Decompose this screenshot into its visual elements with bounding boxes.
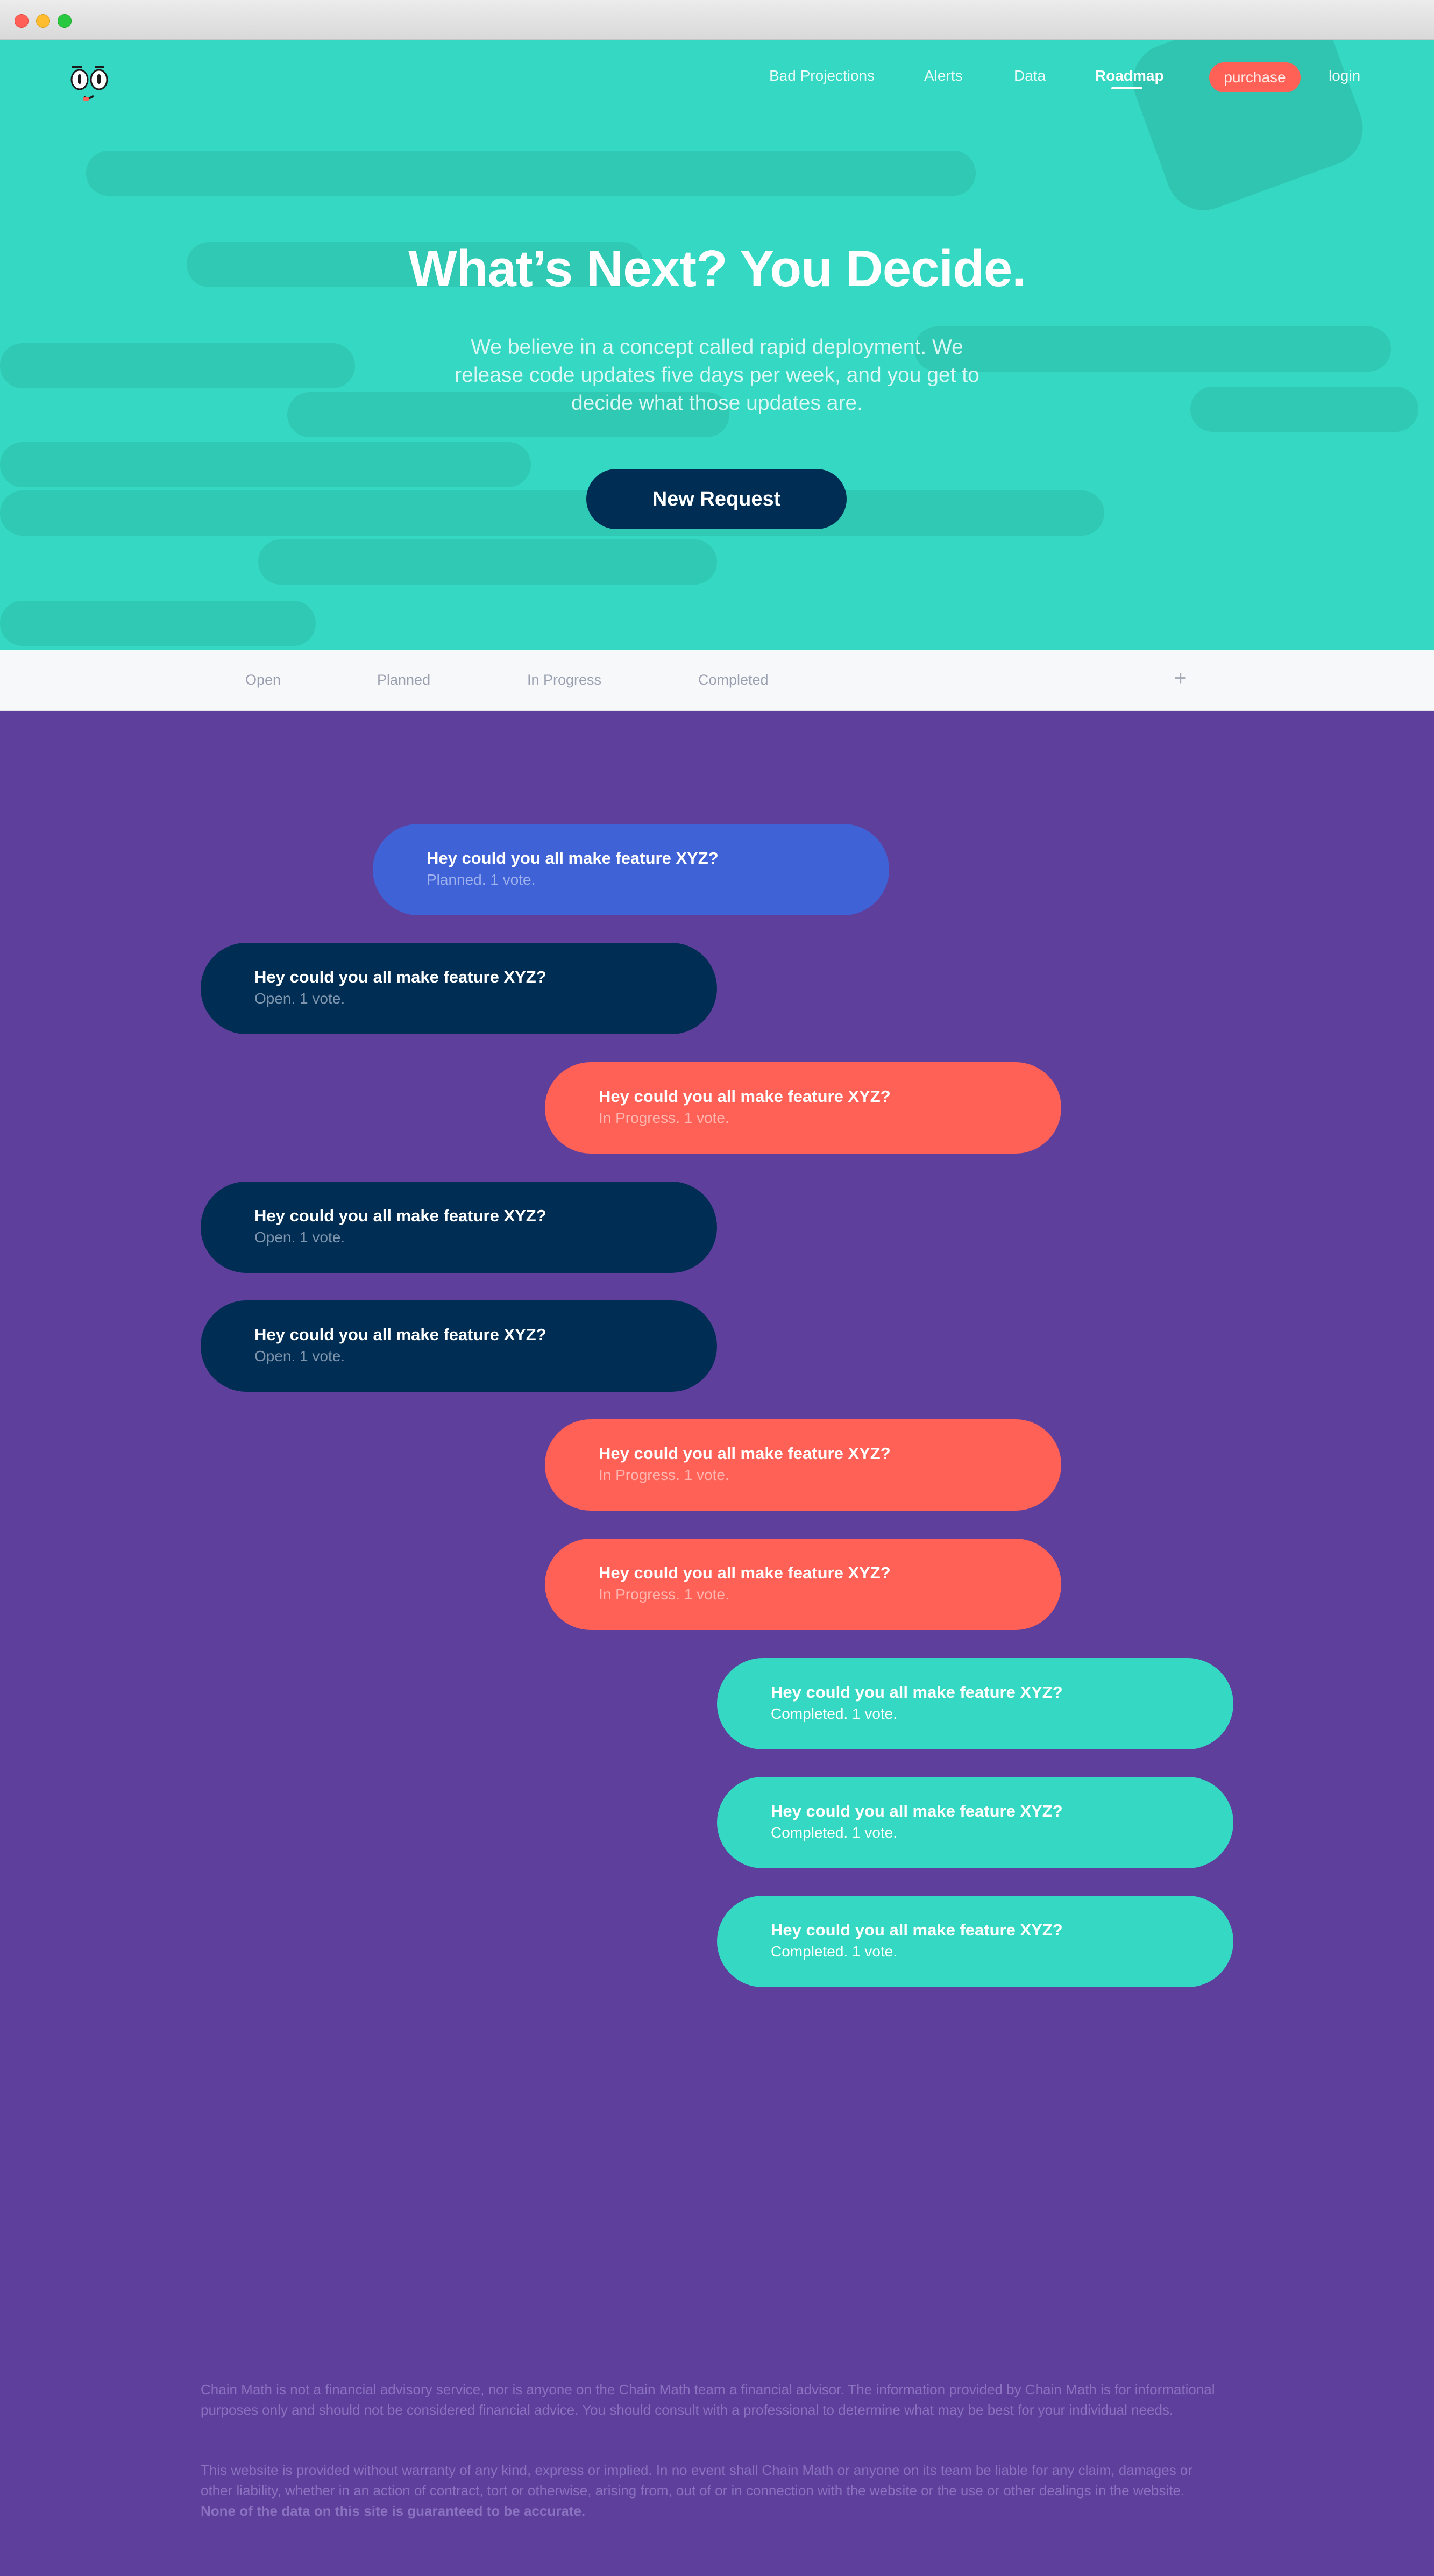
hero-subtitle: We believe in a concept called rapid dep… [455,336,979,415]
request-card[interactable]: Hey could you all make feature XYZ? Comp… [717,1777,1233,1868]
close-window-button[interactable] [15,14,29,28]
decorative-pill [258,539,717,585]
request-status: Completed. 1 vote. [771,1824,898,1841]
request-title: Hey could you all make feature XYZ? [427,849,719,867]
tab-completed[interactable]: Completed [698,672,769,688]
request-card[interactable]: Hey could you all make feature XYZ? Open… [201,1300,717,1392]
footer-accuracy-notice: None of the data on this site is guarant… [201,2503,586,2519]
tab-in-progress[interactable]: In Progress [527,672,601,688]
window-titlebar [0,0,1434,40]
request-title: Hey could you all make feature XYZ? [254,967,546,986]
request-status: Completed. 1 vote. [771,1705,898,1722]
request-status: In Progress. 1 vote. [599,1467,729,1483]
nav-active-indicator [1111,87,1142,89]
request-title: Hey could you all make feature XYZ? [771,1683,1063,1702]
decorative-pill [0,490,1104,536]
add-icon[interactable]: + [1174,666,1187,691]
decorative-pill [1190,387,1418,432]
nav-alerts[interactable]: Alerts [924,67,963,84]
footer-warranty-text: This website is provided without warrant… [201,2462,1193,2499]
request-status: Open. 1 vote. [254,1348,345,1364]
nav-bad-projections[interactable]: Bad Projections [769,67,875,84]
decorative-pill [0,343,355,388]
hero-section: Bad Projections Alerts Data Roadmap purc… [0,40,1434,650]
tab-open[interactable]: Open [245,672,281,688]
decorative-pill [0,442,531,487]
request-card[interactable]: Hey could you all make feature XYZ? In P… [545,1062,1061,1154]
purchase-button[interactable]: purchase [1209,62,1301,92]
request-status: Completed. 1 vote. [771,1943,898,1960]
chainmath-logo-icon[interactable] [69,65,112,108]
request-title: Hey could you all make feature XYZ? [599,1444,891,1463]
request-card[interactable]: Hey could you all make feature XYZ? Comp… [717,1896,1233,1987]
request-status: In Progress. 1 vote. [599,1586,729,1603]
request-card[interactable]: Hey could you all make feature XYZ? In P… [545,1539,1061,1630]
new-request-button[interactable]: New Request [586,469,847,529]
status-filter-tabs: Open Planned In Progress Completed + [0,650,1434,711]
decorative-pill [86,151,976,196]
footer-disclaimer-advice: Chain Math is not a financial advisory s… [201,2381,1215,2418]
request-card[interactable]: Hey could you all make feature XYZ? Open… [201,943,717,1034]
request-card[interactable]: Hey could you all make feature XYZ? Open… [201,1182,717,1273]
nav-roadmap[interactable]: Roadmap [1095,67,1164,84]
browser-window: Bad Projections Alerts Data Roadmap purc… [0,0,1434,2576]
page-title: What’s Next? You Decide. [408,240,1026,297]
maximize-window-button[interactable] [58,14,72,28]
request-title: Hey could you all make feature XYZ? [254,1325,546,1344]
request-status: Open. 1 vote. [254,990,345,1007]
nav-data[interactable]: Data [1014,67,1046,84]
request-status: Planned. 1 vote. [427,871,536,888]
decorative-pill [0,601,316,646]
request-title: Hey could you all make feature XYZ? [771,1802,1063,1820]
request-status: In Progress. 1 vote. [599,1109,729,1126]
minimize-window-button[interactable] [36,14,50,28]
request-title: Hey could you all make feature XYZ? [599,1563,891,1582]
request-title: Hey could you all make feature XYZ? [771,1920,1063,1939]
request-status: Open. 1 vote. [254,1229,345,1246]
request-card[interactable]: Hey could you all make feature XYZ? In P… [545,1419,1061,1511]
request-title: Hey could you all make feature XYZ? [254,1206,546,1225]
request-title: Hey could you all make feature XYZ? [599,1087,891,1106]
tab-planned[interactable]: Planned [377,672,430,688]
footer-disclaimer-warranty: This website is provided without warrant… [201,2460,1223,2521]
login-link[interactable]: login [1329,67,1360,84]
request-card[interactable]: Hey could you all make feature XYZ? Comp… [717,1658,1233,1749]
request-card[interactable]: Hey could you all make feature XYZ? Plan… [373,824,889,915]
